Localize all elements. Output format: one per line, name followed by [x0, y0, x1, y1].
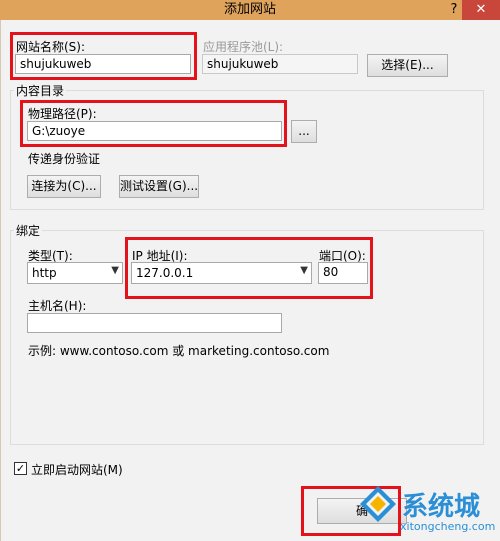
xitongcheng-logo-icon	[358, 484, 398, 524]
content-directory-label: 内容目录	[14, 82, 67, 99]
watermark-url: xitongcheng.com	[400, 520, 496, 533]
pass-through-auth-label: 传递身份验证	[28, 152, 101, 166]
type-select[interactable]: http ▼	[27, 262, 123, 284]
highlight-binding	[125, 237, 373, 299]
watermark-brand: 系统城	[402, 492, 481, 522]
host-name-input[interactable]	[27, 313, 282, 333]
connect-as-button[interactable]: 连接为(C)...	[27, 175, 101, 198]
app-pool-label: 应用程序池(L):	[203, 40, 284, 54]
binding-label: 绑定	[14, 222, 43, 239]
help-button[interactable]: ?	[447, 1, 461, 19]
host-name-label: 主机名(H):	[28, 299, 87, 313]
browse-button[interactable]: ...	[291, 120, 317, 143]
start-immediately-label: 立即启动网站(M)	[31, 463, 123, 477]
app-pool-field: shujukuweb	[202, 54, 358, 74]
highlight-physical-path	[20, 100, 287, 147]
host-example-text: 示例: www.contoso.com 或 marketing.contoso.…	[28, 344, 330, 358]
start-immediately-checkbox[interactable]: ✓	[14, 462, 27, 475]
select-pool-button[interactable]: 选择(E)...	[367, 54, 448, 77]
chevron-down-icon: ▼	[111, 265, 119, 276]
highlight-site-name	[10, 32, 197, 80]
test-settings-button[interactable]: 测试设置(G)...	[119, 175, 199, 198]
window-title: 添加网站	[223, 2, 276, 17]
type-select-value: http	[32, 266, 57, 280]
close-button[interactable]: ✕	[462, 0, 500, 20]
